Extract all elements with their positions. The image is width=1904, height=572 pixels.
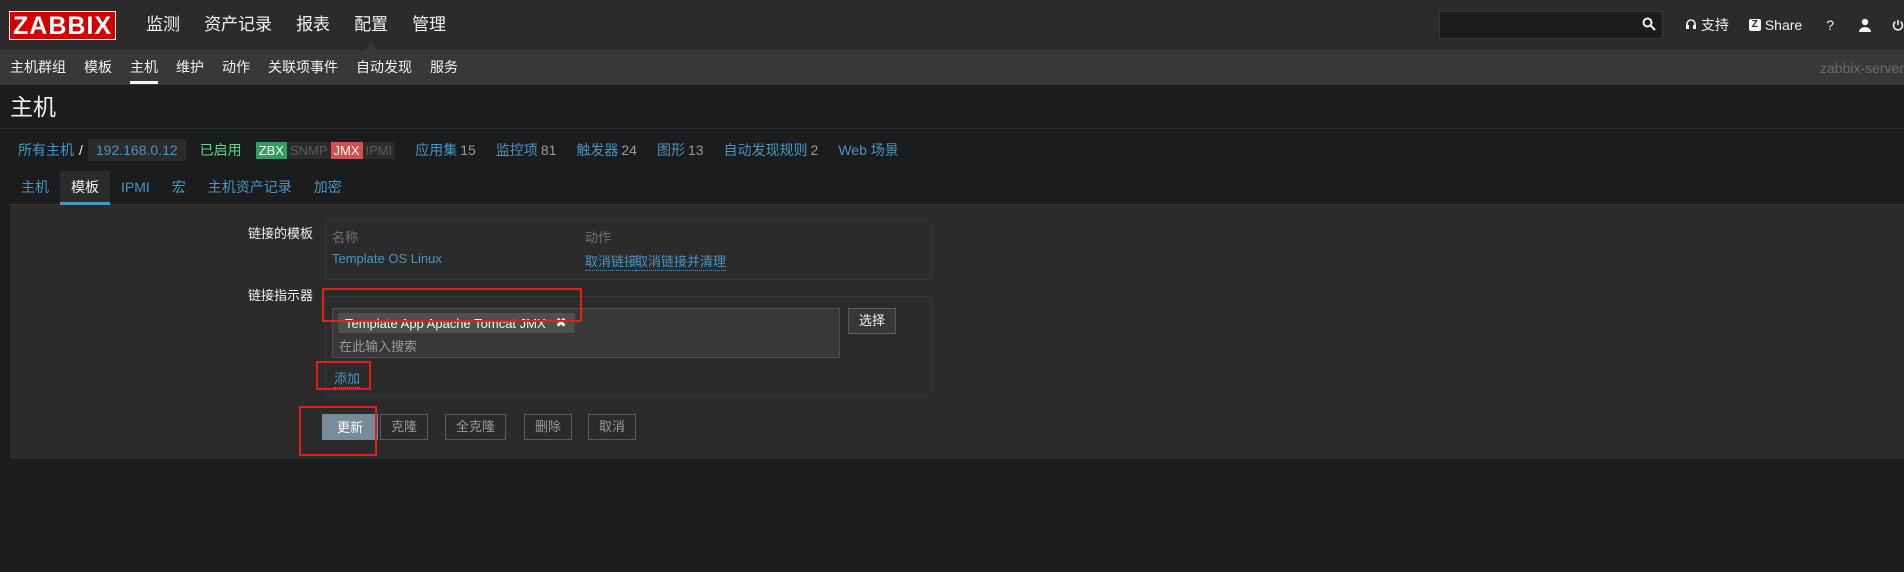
zabbix-share-icon: Z bbox=[1748, 19, 1761, 31]
stat-label: 应用集 bbox=[415, 142, 458, 158]
link-new-templates-box: Template App Apache Tomcat JMX ✖ 在此输入搜索 … bbox=[325, 296, 932, 396]
badge-snmp: SNMP bbox=[286, 141, 331, 159]
submenu-hosts[interactable]: 主机 bbox=[121, 50, 167, 85]
breadcrumb-web-scenarios[interactable]: Web 场景 bbox=[838, 140, 898, 160]
stat-count: 81 bbox=[540, 142, 557, 158]
col-action-header: 动作 bbox=[585, 230, 612, 245]
logout-link[interactable] bbox=[1882, 18, 1904, 32]
submenu-actions[interactable]: 动作 bbox=[213, 50, 259, 85]
badge-zbx: ZBX bbox=[255, 141, 287, 159]
clone-button[interactable]: 克隆 bbox=[380, 414, 429, 440]
breadcrumb-items[interactable]: 监控项 81 bbox=[496, 140, 557, 160]
top-bar: ZABBIX 监测 资产记录 报表 配置 管理 支持 Z Share ? bbox=[0, 0, 1904, 50]
breadcrumb-separator: / bbox=[79, 142, 83, 158]
help-icon: ? bbox=[1826, 17, 1834, 33]
page-title: 主机 bbox=[0, 85, 1904, 129]
breadcrumb-applications[interactable]: 应用集 15 bbox=[415, 140, 476, 160]
submenu-maintenance[interactable]: 维护 bbox=[167, 50, 213, 85]
cancel-button[interactable]: 取消 bbox=[588, 414, 637, 440]
breadcrumb-graphs[interactable]: 图形 13 bbox=[657, 140, 704, 160]
badge-jmx: JMX bbox=[330, 141, 363, 159]
menu-monitoring[interactable]: 监测 bbox=[134, 0, 192, 50]
stat-label: 触发器 bbox=[576, 142, 619, 158]
col-name-header: 名称 bbox=[332, 230, 359, 245]
headset-icon bbox=[1685, 19, 1696, 29]
template-search-input[interactable]: 在此输入搜索 bbox=[339, 336, 417, 355]
stat-label: Web 场景 bbox=[838, 142, 899, 158]
stat-count: 2 bbox=[810, 142, 819, 158]
template-form: 链接的模板 名称 动作 Template OS Linux 取消链接 取消链接并… bbox=[10, 205, 1904, 459]
tab-ipmi[interactable]: IPMI bbox=[110, 171, 161, 204]
search-icon[interactable] bbox=[1642, 17, 1656, 31]
main-menu: 监测 资产记录 报表 配置 管理 bbox=[134, 0, 458, 50]
add-link[interactable]: 添加 bbox=[334, 368, 361, 388]
top-right-tools: 支持 Z Share ? bbox=[1438, 0, 1904, 50]
unlink-link[interactable]: 取消链接 bbox=[585, 251, 638, 271]
template-multiselect[interactable]: Template App Apache Tomcat JMX ✖ 在此输入搜索 bbox=[332, 308, 840, 358]
stat-label: 图形 bbox=[656, 142, 685, 158]
menu-inventory[interactable]: 资产记录 bbox=[192, 0, 284, 50]
breadcrumb-all-hosts[interactable]: 所有主机 bbox=[18, 140, 74, 160]
update-button[interactable]: 更新 bbox=[322, 414, 379, 440]
breadcrumb: 所有主机 / 192.168.0.12 已启用 ZBX SNMP JMX IPM… bbox=[0, 129, 1904, 171]
user-profile-link[interactable] bbox=[1848, 18, 1882, 32]
full-clone-button[interactable]: 全克隆 bbox=[445, 414, 507, 440]
share-label: Share bbox=[1764, 17, 1803, 33]
menu-configuration[interactable]: 配置 bbox=[342, 0, 400, 50]
stat-label: 监控项 bbox=[495, 142, 538, 158]
help-link[interactable]: ? bbox=[1812, 17, 1848, 33]
host-tabs: 主机 模板 IPMI 宏 主机资产记录 加密 bbox=[10, 171, 1904, 205]
tab-templates[interactable]: 模板 bbox=[60, 171, 110, 205]
global-search-input[interactable] bbox=[1438, 11, 1663, 39]
remove-icon[interactable]: ✖ bbox=[556, 315, 567, 331]
submenu-host-groups[interactable]: 主机群组 bbox=[0, 50, 75, 85]
share-link[interactable]: Z Share bbox=[1739, 17, 1812, 33]
stat-count: 24 bbox=[621, 142, 637, 158]
menu-administration[interactable]: 管理 bbox=[400, 0, 458, 50]
server-name: zabbix-server bbox=[1819, 59, 1904, 76]
stat-count: 13 bbox=[687, 142, 704, 158]
unlink-and-clear-link[interactable]: 取消链接并清理 bbox=[635, 251, 727, 271]
submenu-templates[interactable]: 模板 bbox=[75, 50, 121, 85]
breadcrumb-host[interactable]: 192.168.0.12 bbox=[87, 139, 186, 161]
user-icon bbox=[1859, 18, 1871, 32]
submenu-discovery[interactable]: 自动发现 bbox=[347, 50, 421, 85]
link-indicator-label: 链接指示器 bbox=[247, 288, 313, 303]
tab-macros[interactable]: 宏 bbox=[161, 171, 197, 204]
power-icon bbox=[1892, 19, 1904, 31]
linked-templates-table: 名称 动作 Template OS Linux 取消链接 取消链接并清理 bbox=[325, 220, 932, 280]
stat-count: 15 bbox=[460, 142, 476, 158]
linked-template-link[interactable]: Template OS Linux bbox=[332, 251, 442, 266]
breadcrumb-discovery-rules[interactable]: 自动发现规则 2 bbox=[724, 140, 819, 160]
submenu-services[interactable]: 服务 bbox=[421, 50, 467, 85]
sub-menu: 主机群组 模板 主机 维护 动作 关联项事件 自动发现 服务 zabbix-se… bbox=[0, 50, 1904, 85]
stat-label: 自动发现规则 bbox=[723, 142, 808, 158]
select-button[interactable]: 选择 bbox=[848, 308, 897, 334]
tab-host[interactable]: 主机 bbox=[10, 171, 60, 204]
support-link[interactable]: 支持 bbox=[1675, 15, 1739, 35]
submenu-event-correlation[interactable]: 关联项事件 bbox=[259, 50, 347, 85]
selected-template-chip: Template App Apache Tomcat JMX ✖ bbox=[338, 313, 575, 333]
selected-template-label: Template App Apache Tomcat JMX bbox=[345, 315, 546, 331]
menu-reports[interactable]: 报表 bbox=[284, 0, 342, 50]
tab-inventory[interactable]: 主机资产记录 bbox=[197, 171, 303, 204]
support-label: 支持 bbox=[1700, 17, 1729, 33]
breadcrumb-triggers[interactable]: 触发器 24 bbox=[576, 140, 637, 160]
zabbix-logo[interactable]: ZABBIX bbox=[9, 10, 117, 40]
linked-templates-label: 链接的模板 bbox=[247, 226, 313, 241]
host-status: 已启用 bbox=[199, 142, 242, 158]
badge-ipmi: IPMI bbox=[362, 141, 396, 159]
tab-encryption[interactable]: 加密 bbox=[303, 171, 353, 204]
delete-button[interactable]: 删除 bbox=[524, 414, 573, 440]
